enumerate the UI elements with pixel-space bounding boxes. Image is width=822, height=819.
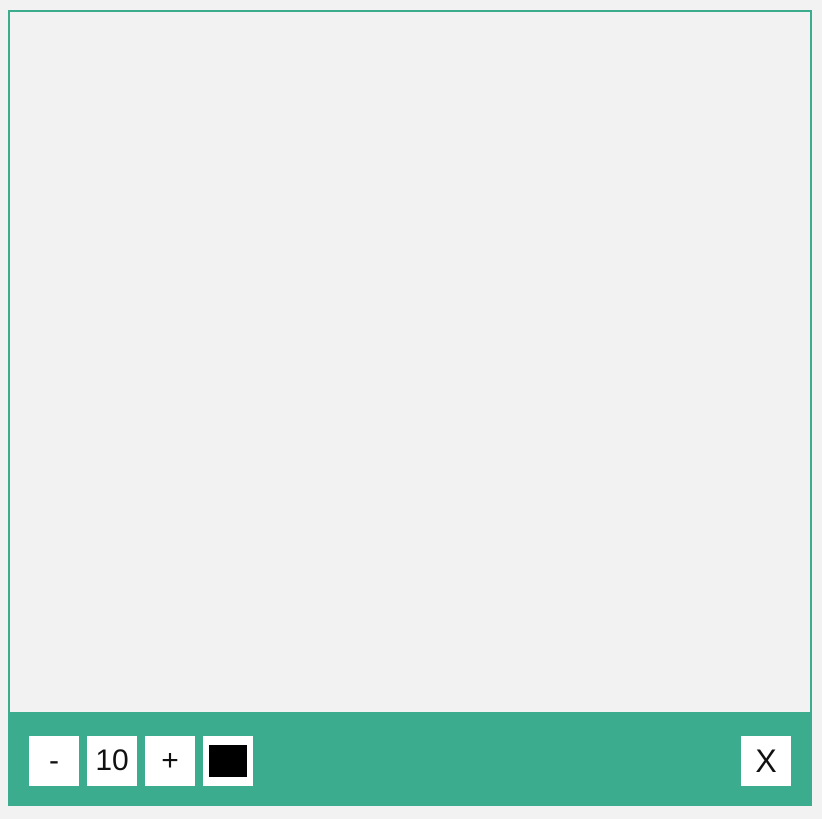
toolbar: - 10 + X [8, 712, 812, 806]
clear-button[interactable]: X [741, 736, 791, 786]
drawing-canvas[interactable] [8, 10, 812, 713]
decrease-size-button[interactable]: - [29, 736, 79, 786]
drawing-app: - 10 + X [8, 10, 812, 806]
brush-size-display: 10 [87, 736, 137, 786]
color-picker[interactable] [203, 736, 253, 786]
color-swatch [209, 745, 247, 777]
increase-size-button[interactable]: + [145, 736, 195, 786]
